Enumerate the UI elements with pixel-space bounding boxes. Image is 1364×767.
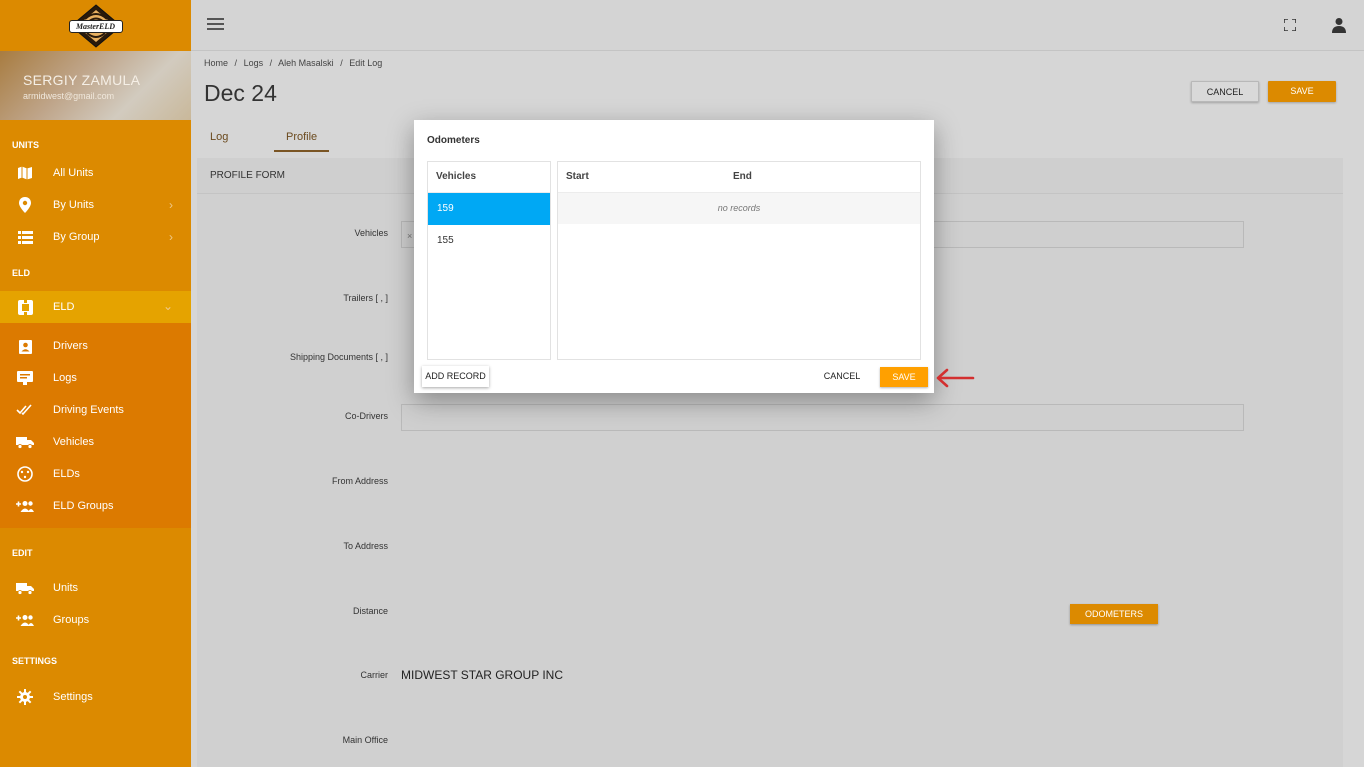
odometers-dialog: Odometers Vehicles 159 155 Start End no … xyxy=(414,120,934,393)
sidebar-item-label: Units xyxy=(53,582,79,594)
breadcrumb-separator: / xyxy=(340,58,343,68)
sidebar-item-label: Vehicles xyxy=(53,436,94,448)
co-drivers-label: Co-Drivers xyxy=(344,411,388,421)
odometers-button[interactable]: ODOMETERS xyxy=(1070,604,1158,624)
driver-badge-icon xyxy=(16,337,34,355)
breadcrumb-driver[interactable]: Aleh Masalski xyxy=(278,58,334,68)
sidebar-item-drivers[interactable]: Drivers xyxy=(0,330,191,362)
masereld-logo[interactable]: MasterELD xyxy=(67,3,125,49)
logo-text: MasterELD xyxy=(68,19,123,33)
eld-submenu: Drivers Logs Driving Events Vehicles ELD… xyxy=(0,323,191,528)
empty-state-text: no records xyxy=(558,193,920,224)
sidebar-item-driving-events[interactable]: Driving Events xyxy=(0,394,191,426)
records-table: Start End no records xyxy=(557,161,921,360)
sidebar-item-eld-groups[interactable]: ELD Groups xyxy=(0,490,191,522)
tab-profile-form[interactable]: Profile Form xyxy=(274,122,330,173)
remove-chip-icon[interactable]: × xyxy=(407,231,412,241)
section-settings: SETTINGS xyxy=(12,656,58,666)
add-group-icon xyxy=(16,611,34,629)
cancel-button[interactable]: CANCEL xyxy=(1191,81,1259,102)
location-pin-icon xyxy=(16,196,34,214)
double-check-icon xyxy=(16,401,34,419)
records-header: Start End xyxy=(558,162,920,193)
top-bar xyxy=(191,0,1364,51)
breadcrumb-home[interactable]: Home xyxy=(204,58,228,68)
sidebar-item-by-group[interactable]: By Group › xyxy=(0,221,191,253)
trailers-label: Trailers [ , ] xyxy=(343,293,388,303)
sidebar-item-label: By Units xyxy=(53,199,94,211)
sidebar-item-label: ELD xyxy=(53,301,75,313)
sidebar-item-units[interactable]: Units xyxy=(0,572,191,604)
sidebar-item-by-units[interactable]: By Units › xyxy=(0,189,191,221)
sidebar-item-label: Settings xyxy=(53,691,93,703)
main-office-label: Main Office xyxy=(342,735,388,745)
logo-area: MasterELD xyxy=(0,0,191,51)
sidebar-item-label: Logs xyxy=(53,372,77,384)
section-units: UNITS xyxy=(12,140,39,150)
list-item[interactable]: 159 xyxy=(428,193,550,225)
gear-icon xyxy=(16,688,34,706)
vehicles-label: Vehicles xyxy=(354,228,388,238)
sidebar-item-settings[interactable]: Settings xyxy=(0,681,191,713)
chevron-right-icon: › xyxy=(169,230,173,244)
carrier-value: MIDWEST STAR GROUP INC xyxy=(401,668,564,682)
shipping-documents-label: Shipping Documents [ , ] xyxy=(289,352,388,362)
truck-icon xyxy=(16,433,34,451)
map-icon xyxy=(16,164,34,182)
chevron-right-icon: › xyxy=(169,198,173,212)
arrow-left-icon xyxy=(935,366,975,390)
sidebar-item-label: Drivers xyxy=(53,340,88,352)
carrier-label: Carrier xyxy=(360,670,388,680)
profile-name: SERGIY ZAMULA xyxy=(23,72,141,88)
breadcrumb-current: Edit Log xyxy=(349,58,383,68)
list-icon xyxy=(16,228,34,246)
eld-icon xyxy=(16,298,34,316)
sidebar-item-logs[interactable]: Logs xyxy=(0,362,191,394)
fullscreen-icon[interactable] xyxy=(1283,18,1297,32)
add-record-button[interactable]: ADD RECORD xyxy=(422,366,489,387)
save-button[interactable]: SAVE xyxy=(1268,81,1336,102)
sidebar-item-label: ELDs xyxy=(53,468,80,480)
start-column-header: Start xyxy=(566,171,589,182)
sidebar-item-label: All Units xyxy=(53,167,94,179)
from-address-label: From Address xyxy=(331,476,388,486)
end-column-header: End xyxy=(733,171,752,182)
list-item[interactable]: 155 xyxy=(428,225,550,257)
account-icon[interactable] xyxy=(1331,17,1347,33)
logs-icon xyxy=(16,369,34,387)
tab-log-events[interactable]: Log Events xyxy=(198,122,256,173)
eld-device-icon xyxy=(16,465,34,483)
sidebar-item-eld[interactable]: ELD ⌄ xyxy=(0,291,191,323)
sidebar-item-vehicles[interactable]: Vehicles xyxy=(0,426,191,458)
user-profile: SERGIY ZAMULA armidwest@gmail.com xyxy=(0,51,191,120)
vehicles-header: Vehicles xyxy=(428,162,550,193)
page-title: Dec 24 xyxy=(204,80,277,106)
section-eld: ELD xyxy=(12,268,30,278)
sidebar-item-elds[interactable]: ELDs xyxy=(0,458,191,490)
vehicles-list: Vehicles 159 155 xyxy=(427,161,551,360)
chevron-down-icon: ⌄ xyxy=(162,299,173,313)
sidebar-item-groups[interactable]: Groups xyxy=(0,604,191,636)
dialog-save-button[interactable]: SAVE xyxy=(880,367,928,387)
dialog-title: Odometers xyxy=(427,135,480,146)
sidebar-item-all-units[interactable]: All Units xyxy=(0,157,191,189)
profile-email: armidwest@gmail.com xyxy=(23,91,115,101)
dialog-cancel-button[interactable]: CANCEL xyxy=(816,366,868,387)
sidebar-item-label: Groups xyxy=(53,614,90,626)
distance-label: Distance xyxy=(352,606,388,616)
add-group-icon xyxy=(16,497,34,515)
breadcrumb-logs[interactable]: Logs xyxy=(244,58,264,68)
to-address-label: To Address xyxy=(343,541,388,551)
truck-icon xyxy=(16,579,34,597)
section-edit: EDIT xyxy=(12,548,33,558)
sidebar-item-label: Driving Events xyxy=(53,404,124,416)
breadcrumb-separator: / xyxy=(269,58,273,68)
breadcrumb: Home / Logs / Aleh Masalski / Edit Log xyxy=(204,58,386,68)
sidebar: MasterELD SERGIY ZAMULA armidwest@gmail.… xyxy=(0,0,191,767)
hamburger-menu-icon[interactable] xyxy=(207,18,224,32)
sidebar-item-label: ELD Groups xyxy=(53,500,114,512)
co-drivers-field[interactable] xyxy=(401,404,1244,431)
breadcrumb-separator: / xyxy=(234,58,238,68)
sidebar-item-label: By Group xyxy=(53,231,100,243)
